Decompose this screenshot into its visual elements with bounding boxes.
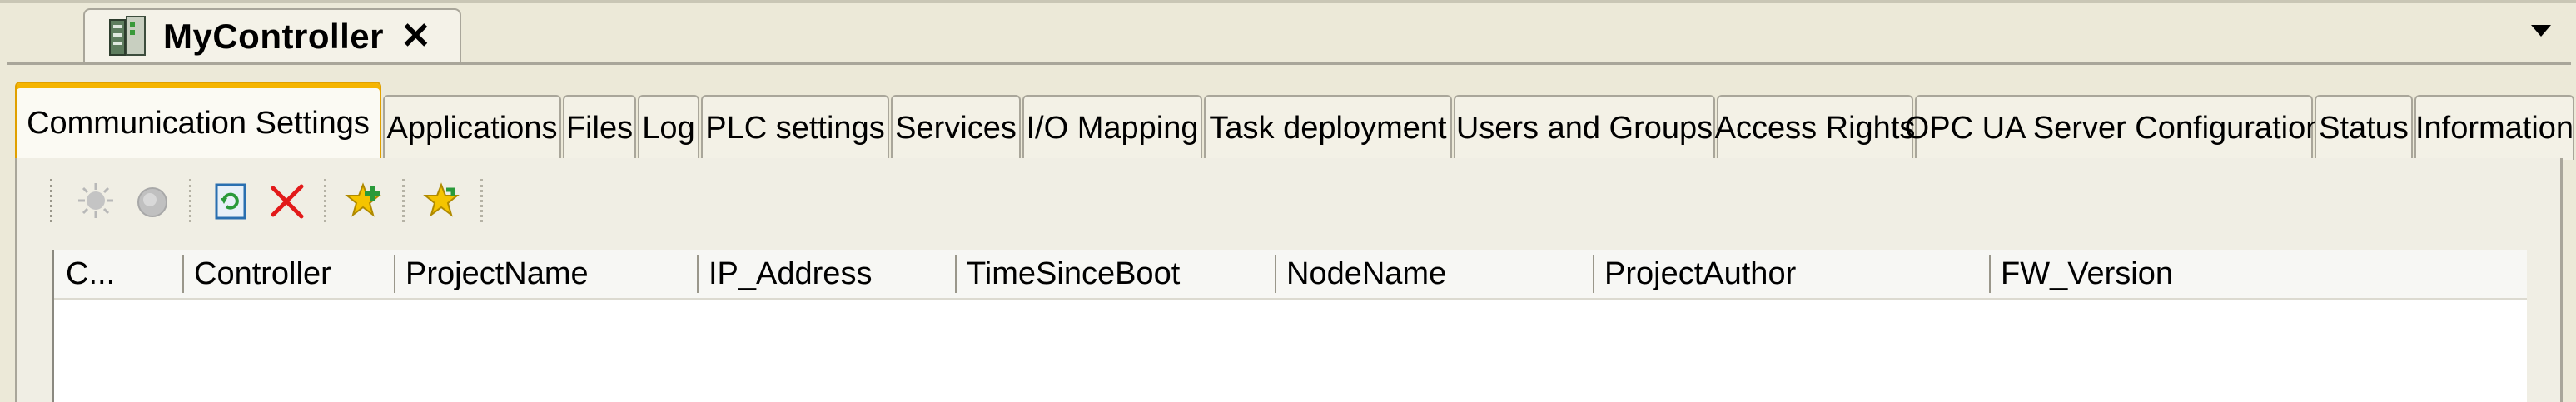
- column-label: Controller: [194, 256, 331, 291]
- gateway-icon[interactable]: [129, 177, 176, 224]
- toolbar-grip[interactable]: [50, 179, 56, 222]
- column-divider[interactable]: [1593, 255, 1594, 293]
- column-header[interactable]: ProjectAuthor: [1593, 250, 1986, 298]
- tab-label: Services: [895, 110, 1017, 146]
- table-header: C... Controller ProjectName IP_Address T…: [54, 250, 2527, 300]
- table-body: [54, 300, 2527, 402]
- tab-information[interactable]: Information: [2414, 95, 2574, 160]
- editor-tab[interactable]: MyController ✕: [83, 8, 461, 63]
- column-header[interactable]: Controller: [182, 250, 390, 298]
- toolbar: [38, 170, 554, 231]
- tab-bar: Communication Settings Applications File…: [15, 82, 2576, 160]
- tab-label: Status: [2319, 110, 2409, 146]
- tab-applications[interactable]: Applications: [383, 95, 561, 160]
- column-header[interactable]: IP_Address: [697, 250, 952, 298]
- editor-tab-title: MyController: [163, 17, 385, 56]
- tab-io-mapping[interactable]: I/O Mapping: [1022, 95, 1202, 160]
- toolbar-separator: [480, 179, 485, 222]
- tab-label: OPC UA Server Configuration: [1904, 110, 2324, 146]
- tab-label: Users and Groups: [1455, 110, 1713, 146]
- window-frame: [0, 0, 2576, 3]
- column-divider[interactable]: [1275, 255, 1276, 293]
- tab-label: Log: [642, 110, 695, 146]
- column-label: IP_Address: [709, 256, 873, 291]
- chevron-down-icon[interactable]: [2531, 25, 2551, 37]
- refresh-icon[interactable]: [207, 177, 254, 224]
- favorite-icon[interactable]: [420, 177, 467, 224]
- column-label: TimeSinceBoot: [967, 256, 1181, 291]
- toolbar-separator: [402, 179, 407, 222]
- controller-icon: [107, 15, 148, 58]
- tab-opc-ua-server-configuration[interactable]: OPC UA Server Configuration: [1905, 95, 2323, 160]
- tab-label: Communication Settings: [27, 105, 370, 141]
- tab-access-rights[interactable]: Access Rights: [1714, 95, 1916, 160]
- tab-label: Files: [565, 110, 634, 146]
- tab-services[interactable]: Services: [891, 95, 1021, 160]
- tab-communication-settings[interactable]: Communication Settings: [15, 82, 381, 160]
- editor-tab-strip: [7, 62, 2571, 65]
- wink-icon[interactable]: [72, 177, 119, 224]
- column-header[interactable]: TimeSinceBoot: [955, 250, 1271, 298]
- tab-label: PLC settings: [705, 110, 885, 146]
- column-header[interactable]: NodeName: [1275, 250, 1589, 298]
- column-header[interactable]: FW_Version: [1989, 250, 2322, 298]
- column-header[interactable]: ProjectName: [394, 250, 694, 298]
- column-divider[interactable]: [955, 255, 957, 293]
- column-label: FW_Version: [2001, 256, 2173, 291]
- column-label: NodeName: [1286, 256, 1447, 291]
- tab-label: Information: [2414, 110, 2574, 146]
- tab-plc-settings[interactable]: PLC settings: [701, 95, 889, 160]
- tab-status[interactable]: Status: [2315, 95, 2413, 160]
- column-label: ProjectAuthor: [1604, 256, 1797, 291]
- column-divider[interactable]: [697, 255, 699, 293]
- controller-table: C... Controller ProjectName IP_Address T…: [52, 250, 2527, 402]
- tab-log[interactable]: Log: [638, 95, 699, 160]
- column-divider[interactable]: [1989, 255, 1991, 293]
- toolbar-separator: [189, 179, 194, 222]
- column-label: C...: [66, 256, 116, 291]
- add-favorite-icon[interactable]: [342, 177, 389, 224]
- column-divider[interactable]: [182, 255, 184, 293]
- column-header[interactable]: C...: [54, 250, 132, 298]
- tab-users-and-groups[interactable]: Users and Groups: [1454, 95, 1715, 160]
- tab-label: I/O Mapping: [1026, 110, 1199, 146]
- toolbar-separator: [324, 179, 329, 222]
- column-divider[interactable]: [394, 255, 395, 293]
- tab-label: Task deployment: [1209, 110, 1447, 146]
- tab-label: Applications: [386, 110, 558, 146]
- tab-files[interactable]: Files: [563, 95, 636, 160]
- remove-icon[interactable]: [264, 177, 311, 224]
- tab-task-deployment[interactable]: Task deployment: [1204, 95, 1452, 160]
- close-icon[interactable]: ✕: [400, 18, 431, 55]
- column-label: ProjectName: [405, 256, 589, 291]
- tab-label: Access Rights: [1714, 110, 1916, 146]
